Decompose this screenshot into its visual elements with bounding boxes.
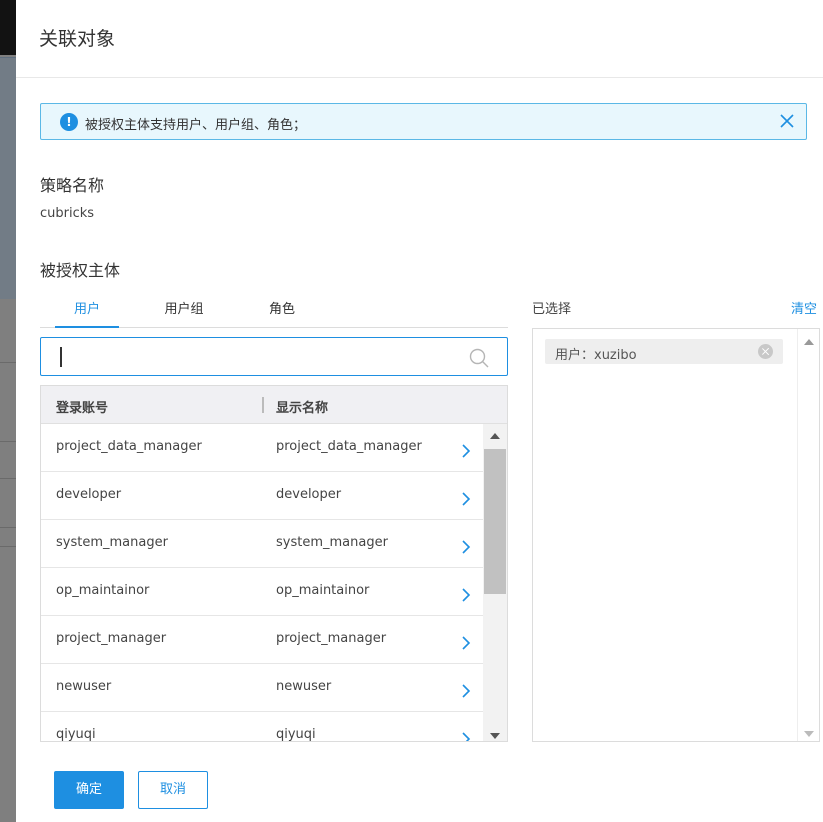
cell-login: project_data_manager bbox=[56, 439, 202, 454]
table-body: project_data_manager project_data_manage… bbox=[41, 424, 483, 742]
backdrop-divider bbox=[0, 527, 16, 528]
cell-display-name: newuser bbox=[276, 679, 332, 694]
user-table: 登录账号 显示名称 project_data_manager project_d… bbox=[40, 385, 508, 742]
clear-button[interactable]: 清空 bbox=[791, 298, 817, 317]
principal-tabs: 用户 用户组 角色 bbox=[40, 288, 508, 328]
cell-login: developer bbox=[56, 487, 122, 502]
policy-name-value: cubricks bbox=[40, 206, 95, 221]
column-divider bbox=[262, 397, 264, 413]
column-header-login: 登录账号 bbox=[56, 401, 109, 416]
chevron-right-icon[interactable] bbox=[461, 491, 471, 507]
scroll-down-arrow-icon[interactable] bbox=[804, 731, 814, 737]
table-row[interactable]: system_manager system_manager bbox=[41, 520, 483, 568]
info-icon: ! bbox=[60, 113, 78, 131]
cell-display-name: op_maintainor bbox=[276, 583, 370, 598]
scroll-up-arrow-icon[interactable] bbox=[490, 433, 500, 439]
table-row[interactable]: newuser newuser bbox=[41, 664, 483, 712]
chevron-right-icon[interactable] bbox=[461, 587, 471, 603]
chevron-right-icon[interactable] bbox=[461, 539, 471, 555]
cell-display-name: project_data_manager bbox=[276, 439, 422, 454]
cell-display-name: system_manager bbox=[276, 535, 388, 550]
selected-list-scrollbar[interactable] bbox=[797, 329, 819, 741]
backdrop-topbar bbox=[0, 0, 16, 55]
chevron-right-icon[interactable] bbox=[461, 443, 471, 459]
scroll-up-arrow-icon[interactable] bbox=[804, 339, 814, 345]
backdrop-divider bbox=[0, 546, 16, 547]
remove-icon[interactable] bbox=[758, 344, 773, 359]
cell-display-name: developer bbox=[276, 487, 342, 502]
tab-roles[interactable]: 角色 bbox=[262, 298, 302, 317]
search-icon[interactable] bbox=[469, 348, 489, 368]
cancel-button[interactable]: 取消 bbox=[138, 771, 208, 809]
tab-user-groups[interactable]: 用户组 bbox=[158, 298, 210, 317]
search-input[interactable] bbox=[40, 337, 508, 376]
alert-message: 被授权主体支持用户、用户组、角色； bbox=[85, 118, 307, 133]
table-row[interactable]: project_manager project_manager bbox=[41, 616, 483, 664]
backdrop-divider bbox=[0, 441, 16, 442]
cell-login: newuser bbox=[56, 679, 112, 694]
cell-login: system_manager bbox=[56, 535, 168, 550]
table-row[interactable]: project_data_manager project_data_manage… bbox=[41, 424, 483, 472]
table-header: 登录账号 显示名称 bbox=[41, 386, 507, 424]
cell-login: op_maintainor bbox=[56, 583, 150, 598]
backdrop-divider bbox=[0, 362, 16, 363]
chevron-right-icon[interactable] bbox=[461, 731, 471, 742]
selected-item-label: 用户：xuzibo bbox=[555, 348, 637, 363]
cell-login: project_manager bbox=[56, 631, 167, 646]
selected-list: 用户：xuzibo bbox=[532, 328, 820, 742]
scrollbar-thumb[interactable] bbox=[484, 449, 506, 594]
cell-login: qiyuqi bbox=[56, 727, 96, 742]
active-tab-indicator bbox=[55, 326, 119, 328]
chevron-right-icon[interactable] bbox=[461, 635, 471, 651]
selected-item-chip: 用户：xuzibo bbox=[545, 339, 783, 364]
table-row[interactable]: qiyuqi qiyuqi bbox=[41, 712, 483, 742]
backdrop-overlay bbox=[0, 0, 16, 822]
policy-name-label: 策略名称 bbox=[40, 176, 105, 195]
confirm-button[interactable]: 确定 bbox=[54, 771, 124, 809]
info-alert: ! 被授权主体支持用户、用户组、角色； bbox=[40, 103, 807, 140]
associate-object-dialog: 关联对象 ! 被授权主体支持用户、用户组、角色； 策略名称 cubricks 被… bbox=[16, 0, 823, 822]
cell-display-name: qiyuqi bbox=[276, 727, 316, 742]
chevron-right-icon[interactable] bbox=[461, 683, 471, 699]
dialog-title: 关联对象 bbox=[39, 28, 116, 50]
backdrop-panel bbox=[0, 57, 16, 299]
close-icon[interactable] bbox=[780, 114, 794, 128]
table-row[interactable]: op_maintainor op_maintainor bbox=[41, 568, 483, 616]
cell-display-name: project_manager bbox=[276, 631, 387, 646]
table-row[interactable]: developer developer bbox=[41, 472, 483, 520]
table-scrollbar[interactable] bbox=[483, 424, 507, 741]
column-header-display-name: 显示名称 bbox=[276, 401, 329, 416]
selected-label: 已选择 bbox=[532, 302, 572, 317]
dialog-header: 关联对象 bbox=[16, 0, 823, 78]
principal-label: 被授权主体 bbox=[40, 261, 121, 280]
tab-users[interactable]: 用户 bbox=[55, 298, 119, 317]
text-cursor bbox=[60, 347, 62, 367]
backdrop-divider bbox=[0, 478, 16, 479]
scroll-down-arrow-icon[interactable] bbox=[490, 733, 500, 739]
